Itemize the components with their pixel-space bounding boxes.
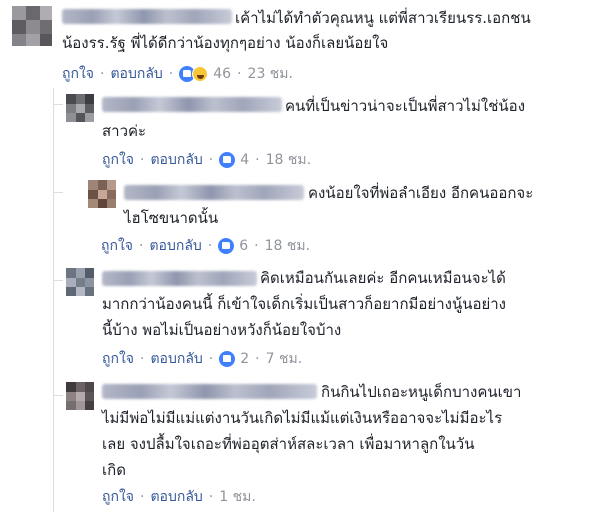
separator-dot: · bbox=[207, 238, 213, 254]
separator-dot: · bbox=[208, 351, 214, 367]
reply-button[interactable]: ตอบกลับ bbox=[150, 488, 202, 506]
like-button[interactable]: ถูกใจ bbox=[102, 488, 134, 506]
commenter-avatar[interactable] bbox=[66, 94, 94, 122]
commenter-name-redacted[interactable] bbox=[102, 97, 282, 112]
commenter-avatar[interactable] bbox=[66, 268, 94, 296]
separator-dot: · bbox=[208, 152, 214, 168]
like-icon[interactable] bbox=[219, 152, 236, 168]
comment-text-line: น้องรร.รัฐ พี่ได้ดีกว่าน้องทุกๆอย่าง น้อ… bbox=[62, 34, 389, 52]
timestamp[interactable]: 18 ชม. bbox=[265, 237, 310, 255]
commenter-avatar[interactable] bbox=[88, 180, 116, 208]
comment-text-line: มากกว่าน้องคนนี้ ก็เข้าใจเด็กเริ่มเป็นสา… bbox=[102, 295, 507, 313]
like-icon[interactable] bbox=[219, 351, 236, 367]
separator-dot: · bbox=[255, 152, 260, 168]
like-icon[interactable] bbox=[218, 238, 235, 254]
commenter-name-redacted[interactable] bbox=[62, 9, 232, 24]
timestamp[interactable]: 1 ชม. bbox=[219, 488, 256, 506]
reaction-count[interactable]: 2 bbox=[240, 350, 249, 368]
comment-text-line: คนที่เป็นข่าวน่าจะเป็นพี่สาวไม่ใช่น้อง bbox=[285, 97, 526, 115]
commenter-avatar[interactable] bbox=[12, 6, 52, 46]
separator-dot: · bbox=[208, 489, 214, 505]
timestamp[interactable]: 18 ชม. bbox=[266, 151, 311, 169]
timestamp[interactable]: 23 ชม. bbox=[248, 65, 293, 83]
comment-text-line: เลย จงปลื้มใจเถอะที่พ่ออุตส่าห์สละเวลา เ… bbox=[102, 435, 475, 453]
commenter-name-redacted[interactable] bbox=[102, 271, 257, 286]
comment-actions: ถูกใจ · ตอบกลับ · 46 · 23 ชม. bbox=[62, 65, 293, 83]
reply-button[interactable]: ตอบกลับ bbox=[150, 350, 202, 368]
commenter-name-redacted[interactable] bbox=[102, 384, 317, 399]
separator-dot: · bbox=[168, 66, 174, 82]
timestamp[interactable]: 7 ชม. bbox=[266, 350, 303, 368]
separator-dot: · bbox=[140, 351, 145, 367]
comment-text-line: เค้าไม่ได้ทำตัวคุณหนู แต่พี่สาวเรียนรร.เ… bbox=[235, 9, 531, 27]
separator-dot: · bbox=[140, 152, 145, 168]
comment-actions: ถูกใจ · ตอบกลับ · 1 ชม. bbox=[102, 488, 256, 506]
comment-text-line: กินกินไปเถอะหนูเด็กบางคนเขา bbox=[321, 383, 522, 401]
separator-dot: · bbox=[140, 489, 145, 505]
commenter-name-redacted[interactable] bbox=[124, 185, 304, 200]
separator-dot: · bbox=[255, 351, 260, 367]
comment-text-line: เกิด bbox=[102, 461, 126, 479]
comment-actions: ถูกใจ · ตอบกลับ · 4 · 18 ชม. bbox=[102, 151, 311, 169]
reply-button[interactable]: ตอบกลับ bbox=[110, 65, 162, 83]
like-button[interactable]: ถูกใจ bbox=[101, 237, 133, 255]
reaction-count[interactable]: 4 bbox=[240, 151, 249, 169]
reaction-count[interactable]: 6 bbox=[239, 237, 248, 255]
comment-text-line: คิดเหมือนกันเลยค่ะ อีกคนเหมือนจะได้ bbox=[260, 269, 506, 287]
reply-button[interactable]: ตอบกลับ bbox=[149, 237, 201, 255]
reaction-count[interactable]: 46 bbox=[213, 65, 231, 83]
comment-text-line: คงน้อยใจที่พ่อลำเอียง อีกคนออกจะ bbox=[308, 184, 534, 202]
separator-dot: · bbox=[254, 238, 259, 254]
comment-actions: ถูกใจ · ตอบกลับ · 6 · 18 ชม. bbox=[101, 237, 310, 255]
commenter-avatar[interactable] bbox=[66, 382, 94, 410]
like-button[interactable]: ถูกใจ bbox=[102, 350, 134, 368]
haha-icon[interactable] bbox=[192, 66, 209, 82]
reply-thread-line bbox=[53, 88, 54, 512]
comment-text-line: ไม่มีพ่อไม่มีแม่แต่งานวันเกิดไม่มีแม้แต่… bbox=[102, 409, 503, 427]
reply-connector bbox=[53, 395, 63, 396]
separator-dot: · bbox=[100, 66, 105, 82]
reply-connector bbox=[53, 192, 63, 193]
comment-text-line: สาวค่ะ bbox=[102, 122, 147, 140]
separator-dot: · bbox=[237, 66, 242, 82]
comment-text-line: นี้บ้าง พอไม่เป็นอย่างหวังก็น้อยใจบ้าง bbox=[102, 321, 342, 339]
reply-connector bbox=[53, 104, 63, 105]
like-button[interactable]: ถูกใจ bbox=[102, 151, 134, 169]
comment-text-line: ไฮโซขนาดนั้น bbox=[124, 209, 219, 227]
reply-connector bbox=[53, 280, 63, 281]
separator-dot: · bbox=[139, 238, 144, 254]
like-button[interactable]: ถูกใจ bbox=[62, 65, 94, 83]
comment-actions: ถูกใจ · ตอบกลับ · 2 · 7 ชม. bbox=[102, 350, 302, 368]
reply-button[interactable]: ตอบกลับ bbox=[150, 151, 202, 169]
